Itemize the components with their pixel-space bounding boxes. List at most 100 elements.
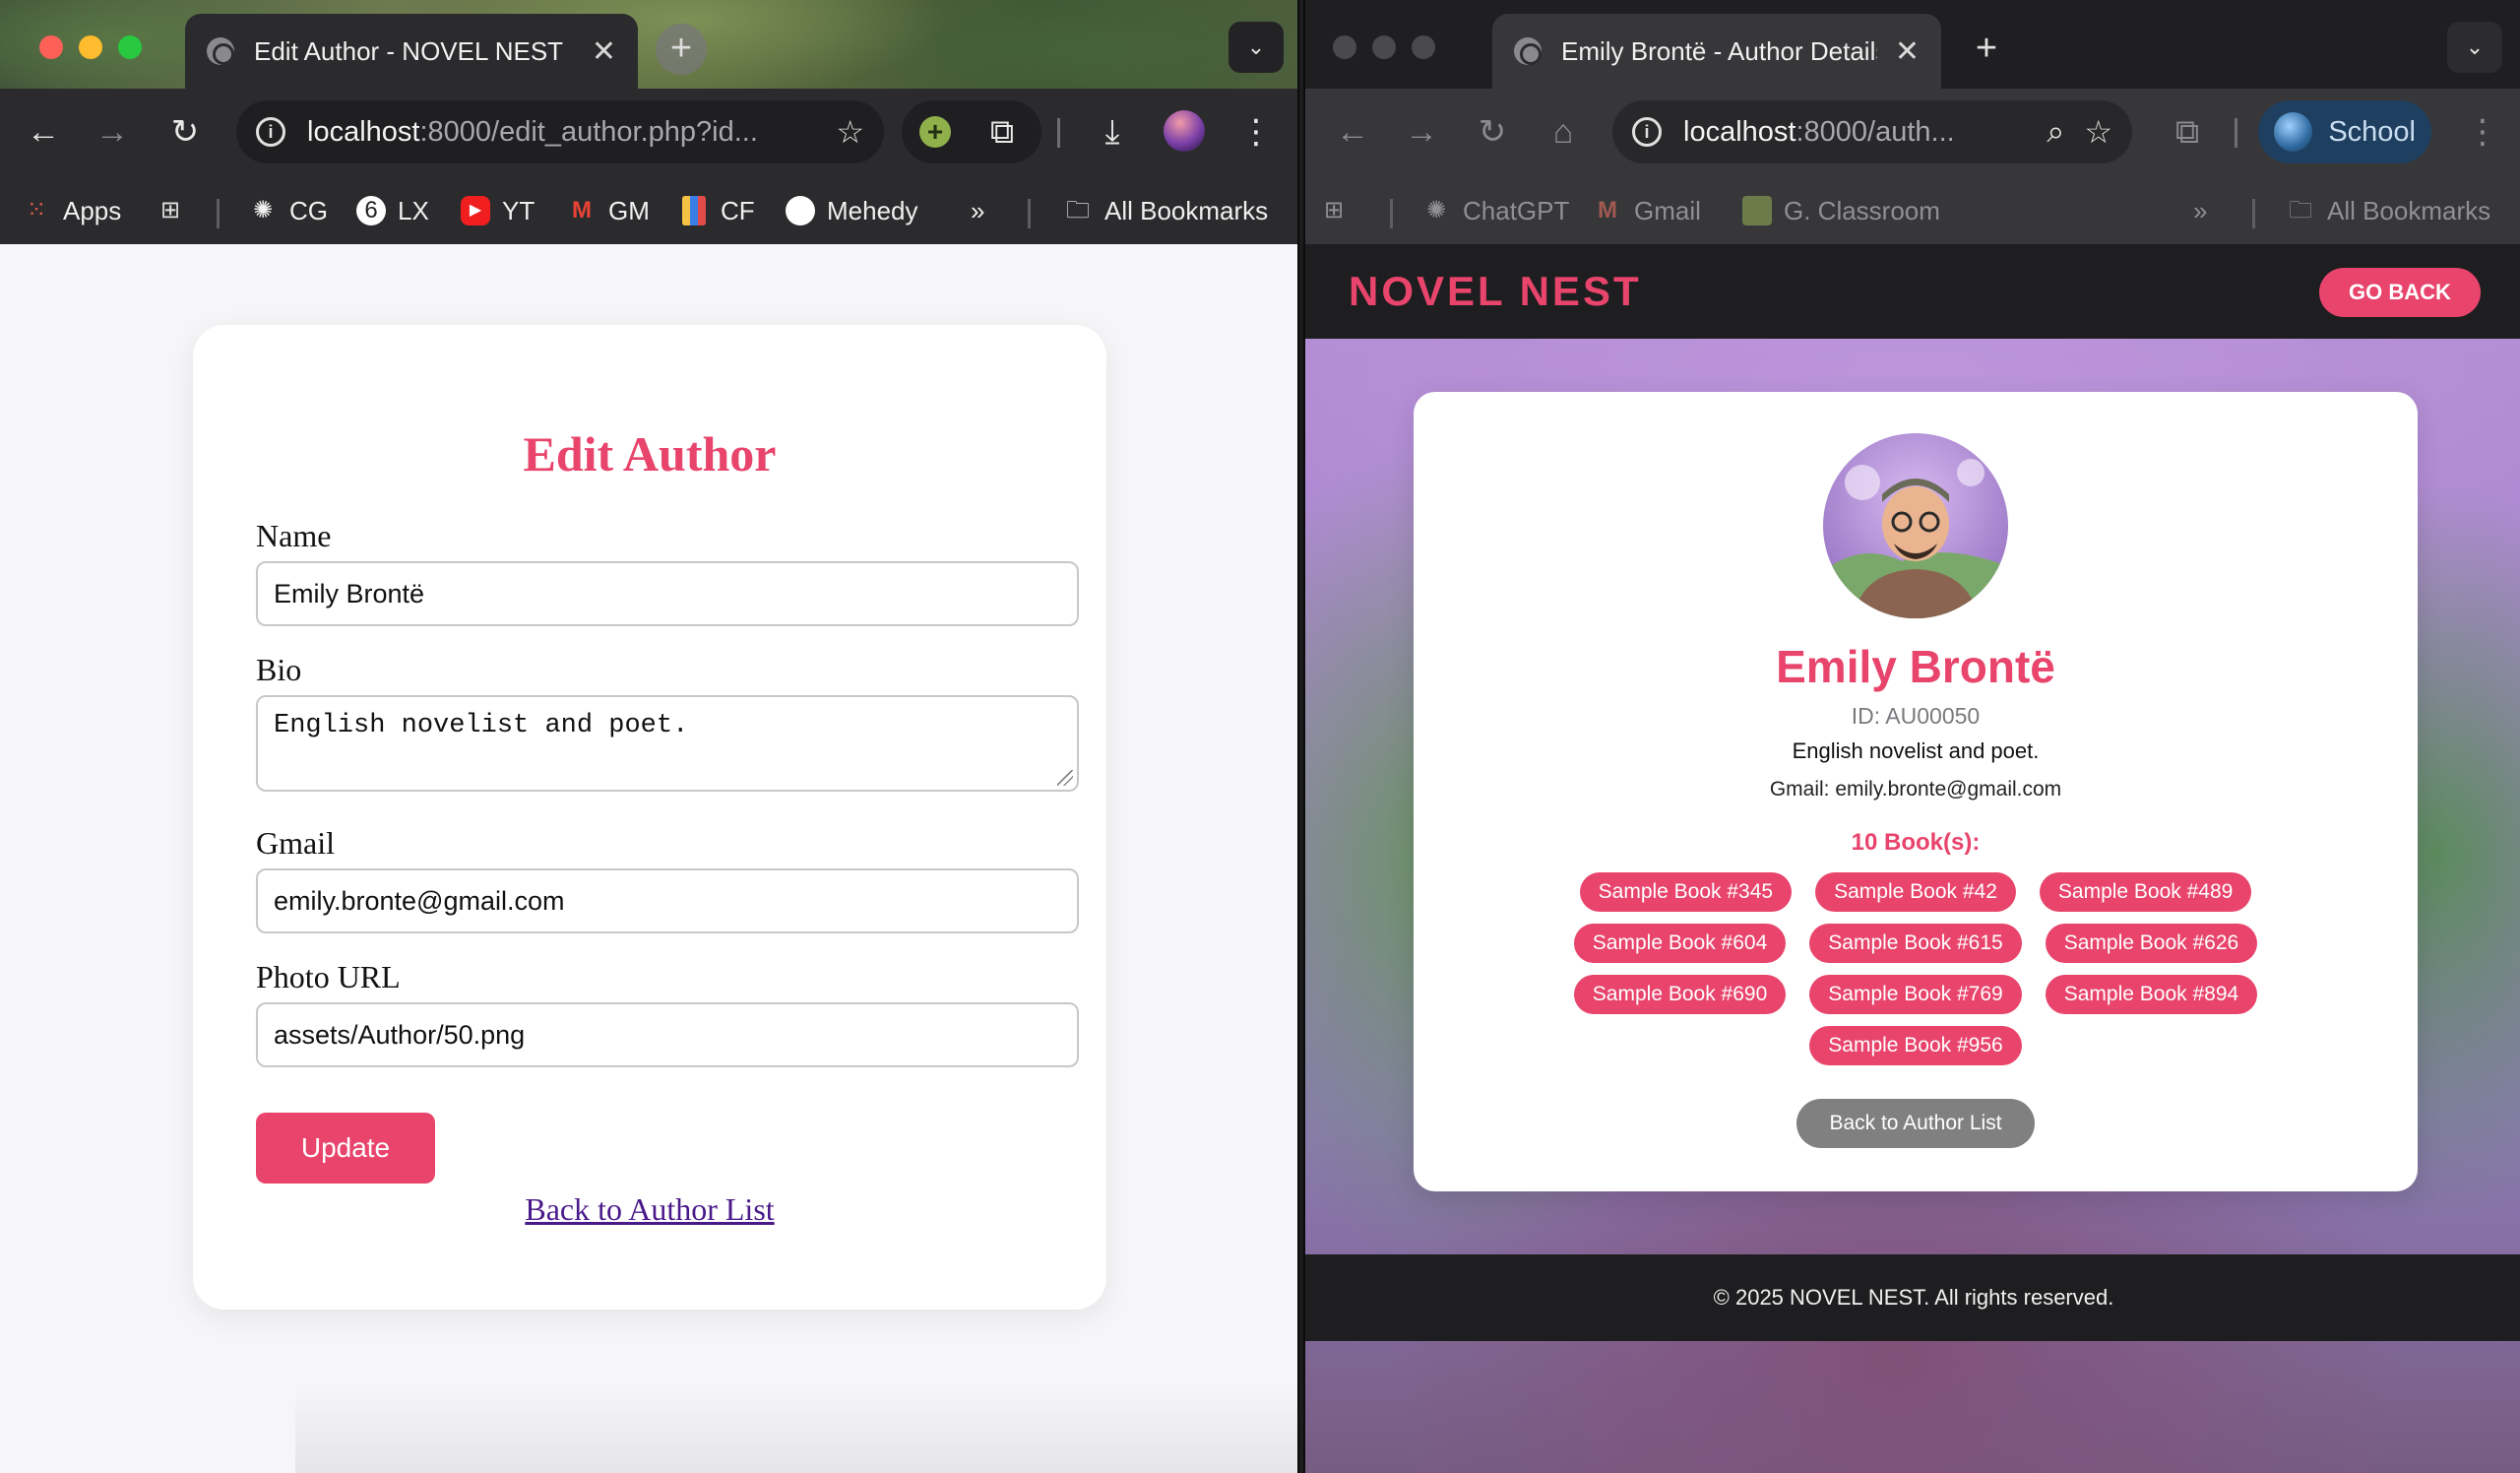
author-name: Emily Brontë (1776, 641, 2055, 692)
bookmark-all-bookmarks[interactable]: 🗀 All Bookmarks (1063, 189, 1268, 232)
address-bar[interactable]: i localhost:8000/edit_author.php?id... ☆ (236, 100, 884, 163)
toolbar-divider (1057, 118, 1060, 148)
menu-kebab-icon[interactable]: ⋮ (1232, 108, 1280, 156)
photo-url-input[interactable]: assets/Author/50.png (256, 1002, 1079, 1067)
classroom-icon (1742, 196, 1772, 225)
profile-avatar (2274, 112, 2313, 152)
author-id: ID: AU00050 (1851, 703, 1981, 729)
bookmark-divider (1390, 199, 1393, 228)
more-bookmarks-chevron-icon[interactable]: » (2193, 189, 2207, 232)
bookmark-yt[interactable]: ▶ YT (461, 189, 535, 232)
book-pill[interactable]: Sample Book #769 (1809, 975, 2022, 1014)
forward-arrow-icon[interactable]: → (1398, 108, 1445, 156)
close-window-button[interactable] (1333, 35, 1356, 59)
book-pill[interactable]: Sample Book #894 (2045, 975, 2258, 1014)
bio-text: English novelist and poet. (274, 711, 689, 740)
book-pill[interactable]: Sample Book #42 (1815, 872, 2016, 912)
right-browser-window: Emily Brontë - Author Details ✕ + ⌄ ← → … (1303, 0, 2520, 1473)
toolbar-divider (2235, 118, 2237, 148)
forward-arrow-icon[interactable]: → (89, 108, 136, 156)
reload-icon[interactable]: ↻ (161, 108, 209, 156)
back-arrow-icon[interactable]: ← (1329, 108, 1376, 156)
maximize-window-button[interactable] (118, 35, 142, 59)
codeforces-icon (682, 196, 706, 225)
back-to-author-list-button[interactable]: Back to Author List (1796, 1099, 2035, 1148)
tab-edit-author[interactable]: Edit Author - NOVEL NEST ✕ (185, 14, 638, 89)
book-pill[interactable]: Sample Book #956 (1809, 1026, 2022, 1065)
chatgpt-icon: ✺ (252, 197, 274, 224)
edit-author-form: Edit Author Name Emily Brontë Bio Englis… (193, 325, 1106, 1310)
menu-kebab-icon[interactable]: ⋮ (2459, 108, 2506, 156)
more-bookmarks-chevron-icon[interactable]: » (971, 189, 984, 232)
bookmark-lx[interactable]: 6 LX (356, 189, 429, 232)
book-pill[interactable]: Sample Book #489 (2039, 872, 2252, 912)
bookmark-g-classroom[interactable]: G. Classroom (1742, 189, 1940, 232)
tab-groups-icon[interactable]: ⊞ (156, 189, 197, 232)
bookmark-mehedy[interactable]: Mehedy (786, 189, 918, 232)
back-arrow-icon[interactable]: ← (20, 108, 67, 156)
go-back-button[interactable]: GO BACK (2319, 268, 2481, 317)
browser-toolbar: ← → ↻ ⌂ i localhost:8000/auth... ⌕ ☆ ⧉ S… (1305, 89, 2520, 175)
tab-search-button[interactable]: ⌄ (2447, 22, 2502, 73)
book-pill[interactable]: Sample Book #615 (1809, 924, 2022, 963)
book-pill[interactable]: Sample Book #626 (2045, 924, 2258, 963)
update-button[interactable]: Update (256, 1113, 435, 1184)
minimize-window-button[interactable] (79, 35, 102, 59)
youtube-icon: ▶ (461, 196, 490, 225)
resize-handle-icon[interactable] (1057, 770, 1073, 786)
puzzle-extensions-icon[interactable]: ⧉ (2164, 108, 2211, 156)
globe-icon (1514, 37, 1542, 65)
edit-author-page: Edit Author Name Emily Brontë Bio Englis… (0, 244, 1297, 1473)
book-pill[interactable]: Sample Book #345 (1579, 872, 1793, 912)
bookmark-star-icon[interactable]: ☆ (836, 113, 864, 151)
site-logo[interactable]: NOVEL NEST (1349, 268, 1642, 315)
author-photo (1823, 433, 2008, 618)
tab-author-details[interactable]: Emily Brontë - Author Details ✕ (1492, 14, 1941, 89)
bookmark-chatgpt[interactable]: ✺ ChatGPT (1421, 189, 1569, 232)
tab-groups-icon[interactable]: ⊞ (1319, 189, 1360, 232)
gmail-input[interactable]: emily.bronte@gmail.com (256, 868, 1079, 933)
profile-button[interactable]: School (2258, 100, 2431, 163)
bookmark-divider (2252, 199, 2255, 228)
back-to-author-list-link[interactable]: Back to Author List (193, 1191, 1106, 1228)
reload-icon[interactable]: ↻ (1469, 108, 1516, 156)
bookmark-cg[interactable]: ✺ CG (248, 189, 328, 232)
name-input[interactable]: Emily Brontë (256, 561, 1079, 626)
left-browser-window: Edit Author - NOVEL NEST ✕ + ⌄ ← → ↻ i l… (0, 0, 1299, 1473)
bookmark-gm[interactable]: M GM (567, 189, 650, 232)
bookmark-all-bookmarks[interactable]: 🗀 All Bookmarks (2286, 189, 2490, 232)
site-info-icon[interactable]: i (1632, 117, 1662, 147)
minimize-window-button[interactable] (1372, 35, 1396, 59)
author-avatar-illustration (1823, 459, 2008, 618)
bio-label: Bio (256, 652, 302, 687)
book-pill[interactable]: Sample Book #604 (1573, 924, 1787, 963)
close-window-button[interactable] (39, 35, 63, 59)
close-tab-icon[interactable]: ✕ (592, 34, 616, 69)
zoom-magnifier-icon[interactable]: ⌕ (2047, 113, 2064, 151)
chatgpt-icon: ✺ (1425, 197, 1447, 224)
new-tab-button[interactable]: + (1961, 24, 2012, 75)
book-list: Sample Book #345 Sample Book #42 Sample … (1561, 872, 2270, 1065)
download-icon[interactable]: ⤓ (1089, 108, 1136, 156)
site-info-icon[interactable]: i (256, 117, 285, 147)
bookmark-star-icon[interactable]: ☆ (2084, 113, 2112, 151)
globe-icon (207, 37, 234, 65)
profile-avatar[interactable] (1164, 110, 1205, 152)
bookmark-cf[interactable]: CF (679, 189, 755, 232)
close-tab-icon[interactable]: ✕ (1895, 34, 1920, 69)
site-header: NOVEL NEST GO BACK (1305, 244, 2520, 339)
extension-plus-icon[interactable]: + (919, 116, 951, 148)
bookmark-apps[interactable]: ⁙ Apps (22, 189, 121, 232)
maximize-window-button[interactable] (1412, 35, 1435, 59)
author-details-page: NOVEL NEST GO BACK Emily Brontë ID: AU00 (1305, 244, 2520, 1473)
book-pill[interactable]: Sample Book #690 (1573, 975, 1787, 1014)
address-bar[interactable]: i localhost:8000/auth... ⌕ ☆ (1612, 100, 2132, 163)
bio-textarea[interactable]: English novelist and poet. (256, 695, 1079, 792)
bookmark-gmail[interactable]: M Gmail (1593, 189, 1701, 232)
puzzle-extensions-icon[interactable]: ⧉ (978, 108, 1026, 156)
tab-search-button[interactable]: ⌄ (1228, 22, 1284, 73)
home-icon[interactable]: ⌂ (1540, 108, 1587, 156)
new-tab-button[interactable]: + (656, 24, 707, 75)
lx-icon: 6 (356, 196, 386, 225)
gmail-icon: M (572, 197, 592, 224)
